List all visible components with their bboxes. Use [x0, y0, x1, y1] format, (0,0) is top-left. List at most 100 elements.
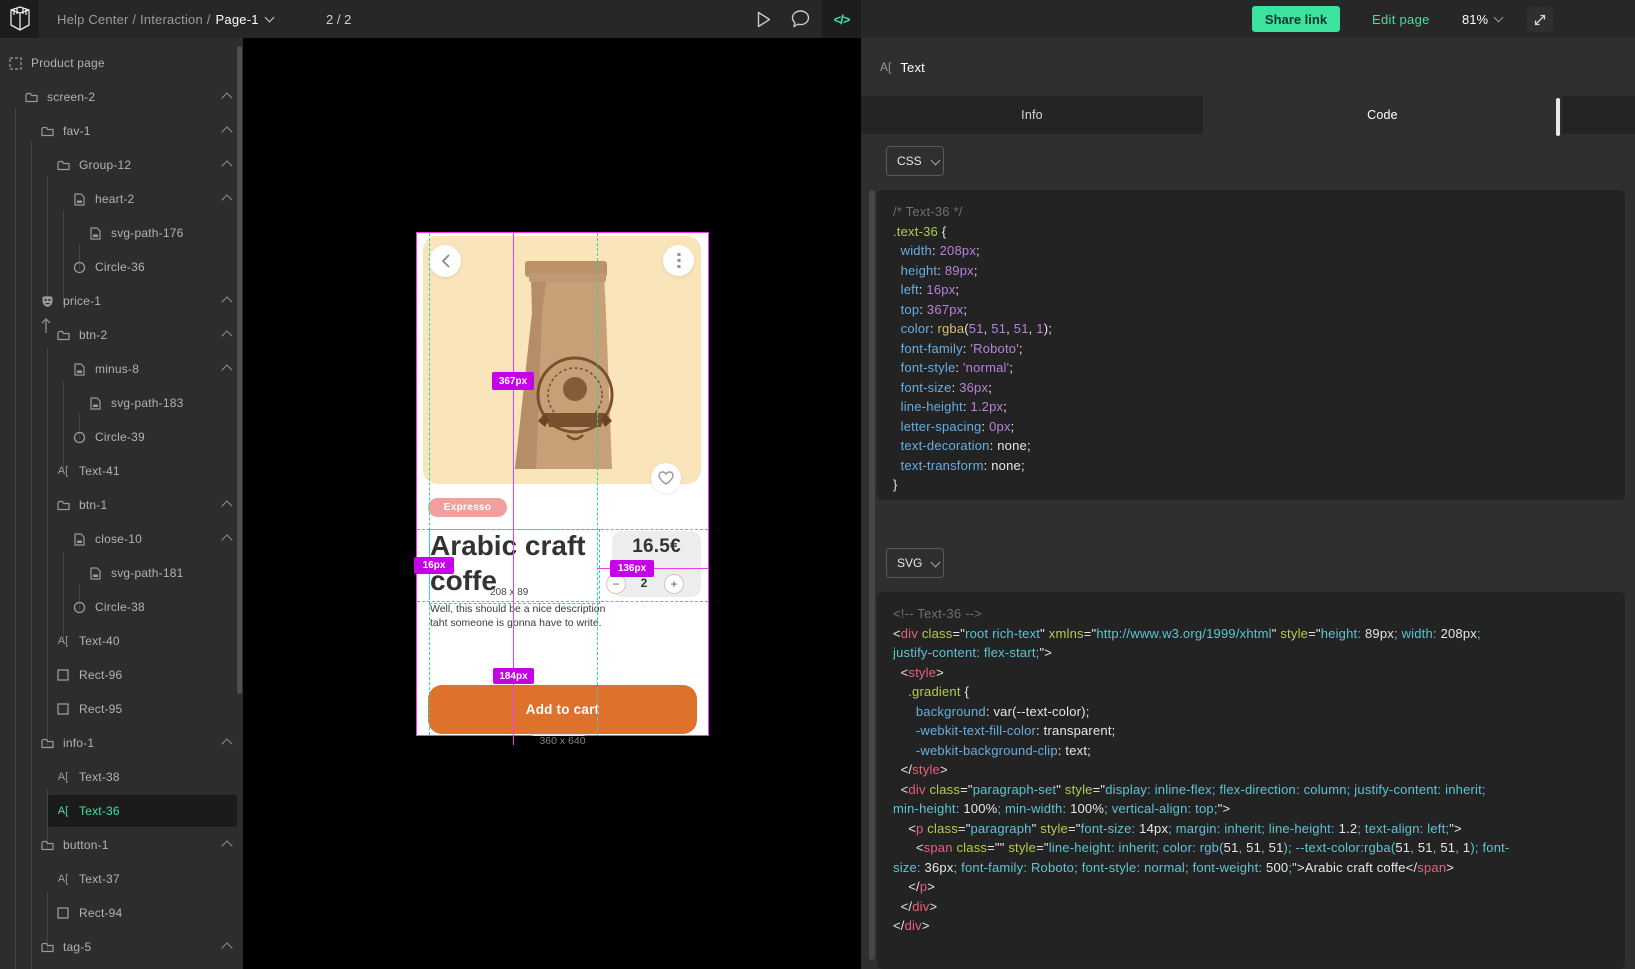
chevron-up-icon[interactable] — [221, 296, 232, 307]
layer-row-button-1[interactable]: button-1 — [0, 828, 243, 862]
layer-row-btn-2[interactable]: btn-2 — [0, 318, 243, 352]
quantity-decrease-button[interactable]: − — [606, 574, 626, 594]
circle-icon — [73, 601, 86, 614]
layer-label: close-10 — [95, 532, 142, 546]
breadcrumb-current-page[interactable]: Page-1 — [216, 12, 259, 27]
layer-row-svg-path-181[interactable]: svg-path-181 — [0, 556, 243, 590]
layer-row-price-1[interactable]: price-1 — [0, 284, 243, 318]
text-element-icon: A[ — [880, 60, 891, 74]
svg-code-block[interactable]: <!-- Text-36 --><div class="root rich-te… — [877, 592, 1625, 969]
device-frame[interactable]: Expresso Arabic craft coffe 208 x 89 16.… — [417, 233, 708, 735]
chevron-up-icon[interactable] — [221, 534, 232, 545]
rect-icon — [57, 907, 69, 919]
chevron-up-icon[interactable] — [221, 92, 232, 103]
layer-row-text-36[interactable]: A[Text-36 — [0, 794, 243, 828]
layer-row-text-40[interactable]: A[Text-40 — [0, 624, 243, 658]
layer-label: Rect-94 — [79, 906, 122, 920]
layer-row-text-38[interactable]: A[Text-38 — [0, 760, 243, 794]
layer-row-rect-94[interactable]: Rect-94 — [0, 896, 243, 930]
layer-row-info-1[interactable]: info-1 — [0, 726, 243, 760]
selected-row-highlight — [48, 795, 237, 827]
chevron-up-icon[interactable] — [221, 840, 232, 851]
add-to-cart-button[interactable]: Add to cart — [428, 685, 697, 734]
code-line: .text-36 { — [893, 222, 1609, 242]
edit-page-link[interactable]: Edit page — [1372, 0, 1430, 38]
layer-label: Product page — [31, 56, 105, 70]
more-options-button[interactable] — [663, 245, 694, 276]
panel-left-scrollbar[interactable] — [869, 190, 875, 960]
code-view-button[interactable]: </> — [822, 0, 861, 38]
layer-row-screen-2[interactable]: screen-2 — [0, 80, 243, 114]
panel-tab-bar: Info Code — [861, 96, 1635, 134]
code-line: height: 89px; — [893, 261, 1609, 281]
frame-size-label: 360 x 640 — [417, 735, 708, 747]
css-code-block[interactable]: /* Text-36 */.text-36 { width: 208px; he… — [877, 190, 1625, 500]
layer-row-svg-path-183[interactable]: svg-path-183 — [0, 386, 243, 420]
svg-file-icon — [90, 567, 101, 580]
text-layer-icon: A[ — [58, 873, 68, 885]
panel-scrollbar-thumb[interactable] — [1556, 98, 1560, 136]
code-line: /* Text-36 */ — [893, 202, 1609, 222]
code-line: min-height: 100%; min-width: 100%; verti… — [893, 799, 1609, 819]
chevron-down-icon — [930, 155, 940, 165]
layer-label: info-1 — [63, 736, 94, 750]
chevron-down-icon[interactable] — [264, 13, 274, 23]
tab-info[interactable]: Info — [861, 96, 1203, 134]
layer-row-heart-2[interactable]: heart-2 — [0, 182, 243, 216]
layer-row-circle-38[interactable]: Circle-38 — [0, 590, 243, 624]
layer-row-rect-95[interactable]: Rect-95 — [0, 692, 243, 726]
speech-bubble-icon — [791, 10, 810, 28]
layer-row-text-41[interactable]: A[Text-41 — [0, 454, 243, 488]
sidebar-scrollbar[interactable] — [237, 46, 242, 694]
chevron-up-icon[interactable] — [221, 500, 232, 511]
chevron-up-icon[interactable] — [221, 942, 232, 953]
play-button[interactable] — [749, 0, 779, 38]
measure-label-left: 16px — [414, 557, 454, 574]
tab-code[interactable]: Code — [1203, 96, 1562, 134]
layer-row-rect-96[interactable]: Rect-96 — [0, 658, 243, 692]
chevron-up-icon[interactable] — [221, 330, 232, 341]
layer-row-group-12[interactable]: Group-12 — [0, 148, 243, 182]
comment-button[interactable] — [784, 0, 816, 38]
svg-format-dropdown[interactable]: SVG — [886, 548, 944, 578]
measure-label-bottom: 184px — [493, 668, 534, 684]
heart-icon — [658, 471, 674, 485]
folder-icon — [57, 160, 70, 171]
back-button[interactable] — [429, 245, 461, 277]
chevron-down-icon — [1494, 13, 1504, 23]
text-layer-icon: A[ — [58, 771, 68, 783]
layer-row-text-37[interactable]: A[ Text-37 — [0, 862, 243, 896]
breadcrumb[interactable]: Help Center / Interaction / Page-1 — [57, 0, 273, 38]
layer-row-minus-8[interactable]: minus-8 — [0, 352, 243, 386]
folder-icon — [57, 330, 70, 341]
product-tag-badge[interactable]: Expresso — [428, 498, 507, 517]
layer-row-circle-39[interactable]: Circle-39 — [0, 420, 243, 454]
layer-row-svg-path-176[interactable]: svg-path-176 — [0, 216, 243, 250]
layer-row-close-10[interactable]: close-10 — [0, 522, 243, 556]
quantity-increase-button[interactable]: + — [664, 574, 684, 594]
layer-row-tag-5[interactable]: tag-5 — [0, 930, 243, 964]
share-link-button[interactable]: Share link — [1252, 6, 1340, 32]
code-line: size: 36px; font-family: Roboto; font-st… — [893, 858, 1609, 878]
chevron-up-icon[interactable] — [221, 364, 232, 375]
chevron-up-icon[interactable] — [221, 126, 232, 137]
layer-row-btn-1[interactable]: btn-1 — [0, 488, 243, 522]
description-line: taht someone is gonna have to write. — [430, 616, 610, 630]
chevron-up-icon[interactable] — [221, 160, 232, 171]
layer-label: Text-37 — [79, 872, 120, 886]
css-format-dropdown[interactable]: CSS — [886, 146, 944, 176]
layer-row-product page[interactable]: Product page — [0, 46, 243, 80]
code-line: background: var(--text-color); — [893, 702, 1609, 722]
layer-row-fav-1[interactable]: fav-1 — [0, 114, 243, 148]
chevron-up-icon[interactable] — [221, 738, 232, 749]
layer-row-circle-36[interactable]: Circle-36 — [0, 250, 243, 284]
fullscreen-button[interactable] — [1527, 7, 1553, 32]
code-line: -webkit-background-clip: text; — [893, 741, 1609, 761]
zoom-level-dropdown[interactable]: 81% — [1462, 0, 1502, 38]
mask-icon — [41, 295, 54, 308]
favorite-button[interactable] — [651, 463, 681, 493]
app-logo[interactable] — [0, 0, 39, 38]
layer-label: Circle-39 — [95, 430, 145, 444]
chevron-up-icon[interactable] — [221, 194, 232, 205]
tab-bar-filler — [1562, 96, 1635, 134]
